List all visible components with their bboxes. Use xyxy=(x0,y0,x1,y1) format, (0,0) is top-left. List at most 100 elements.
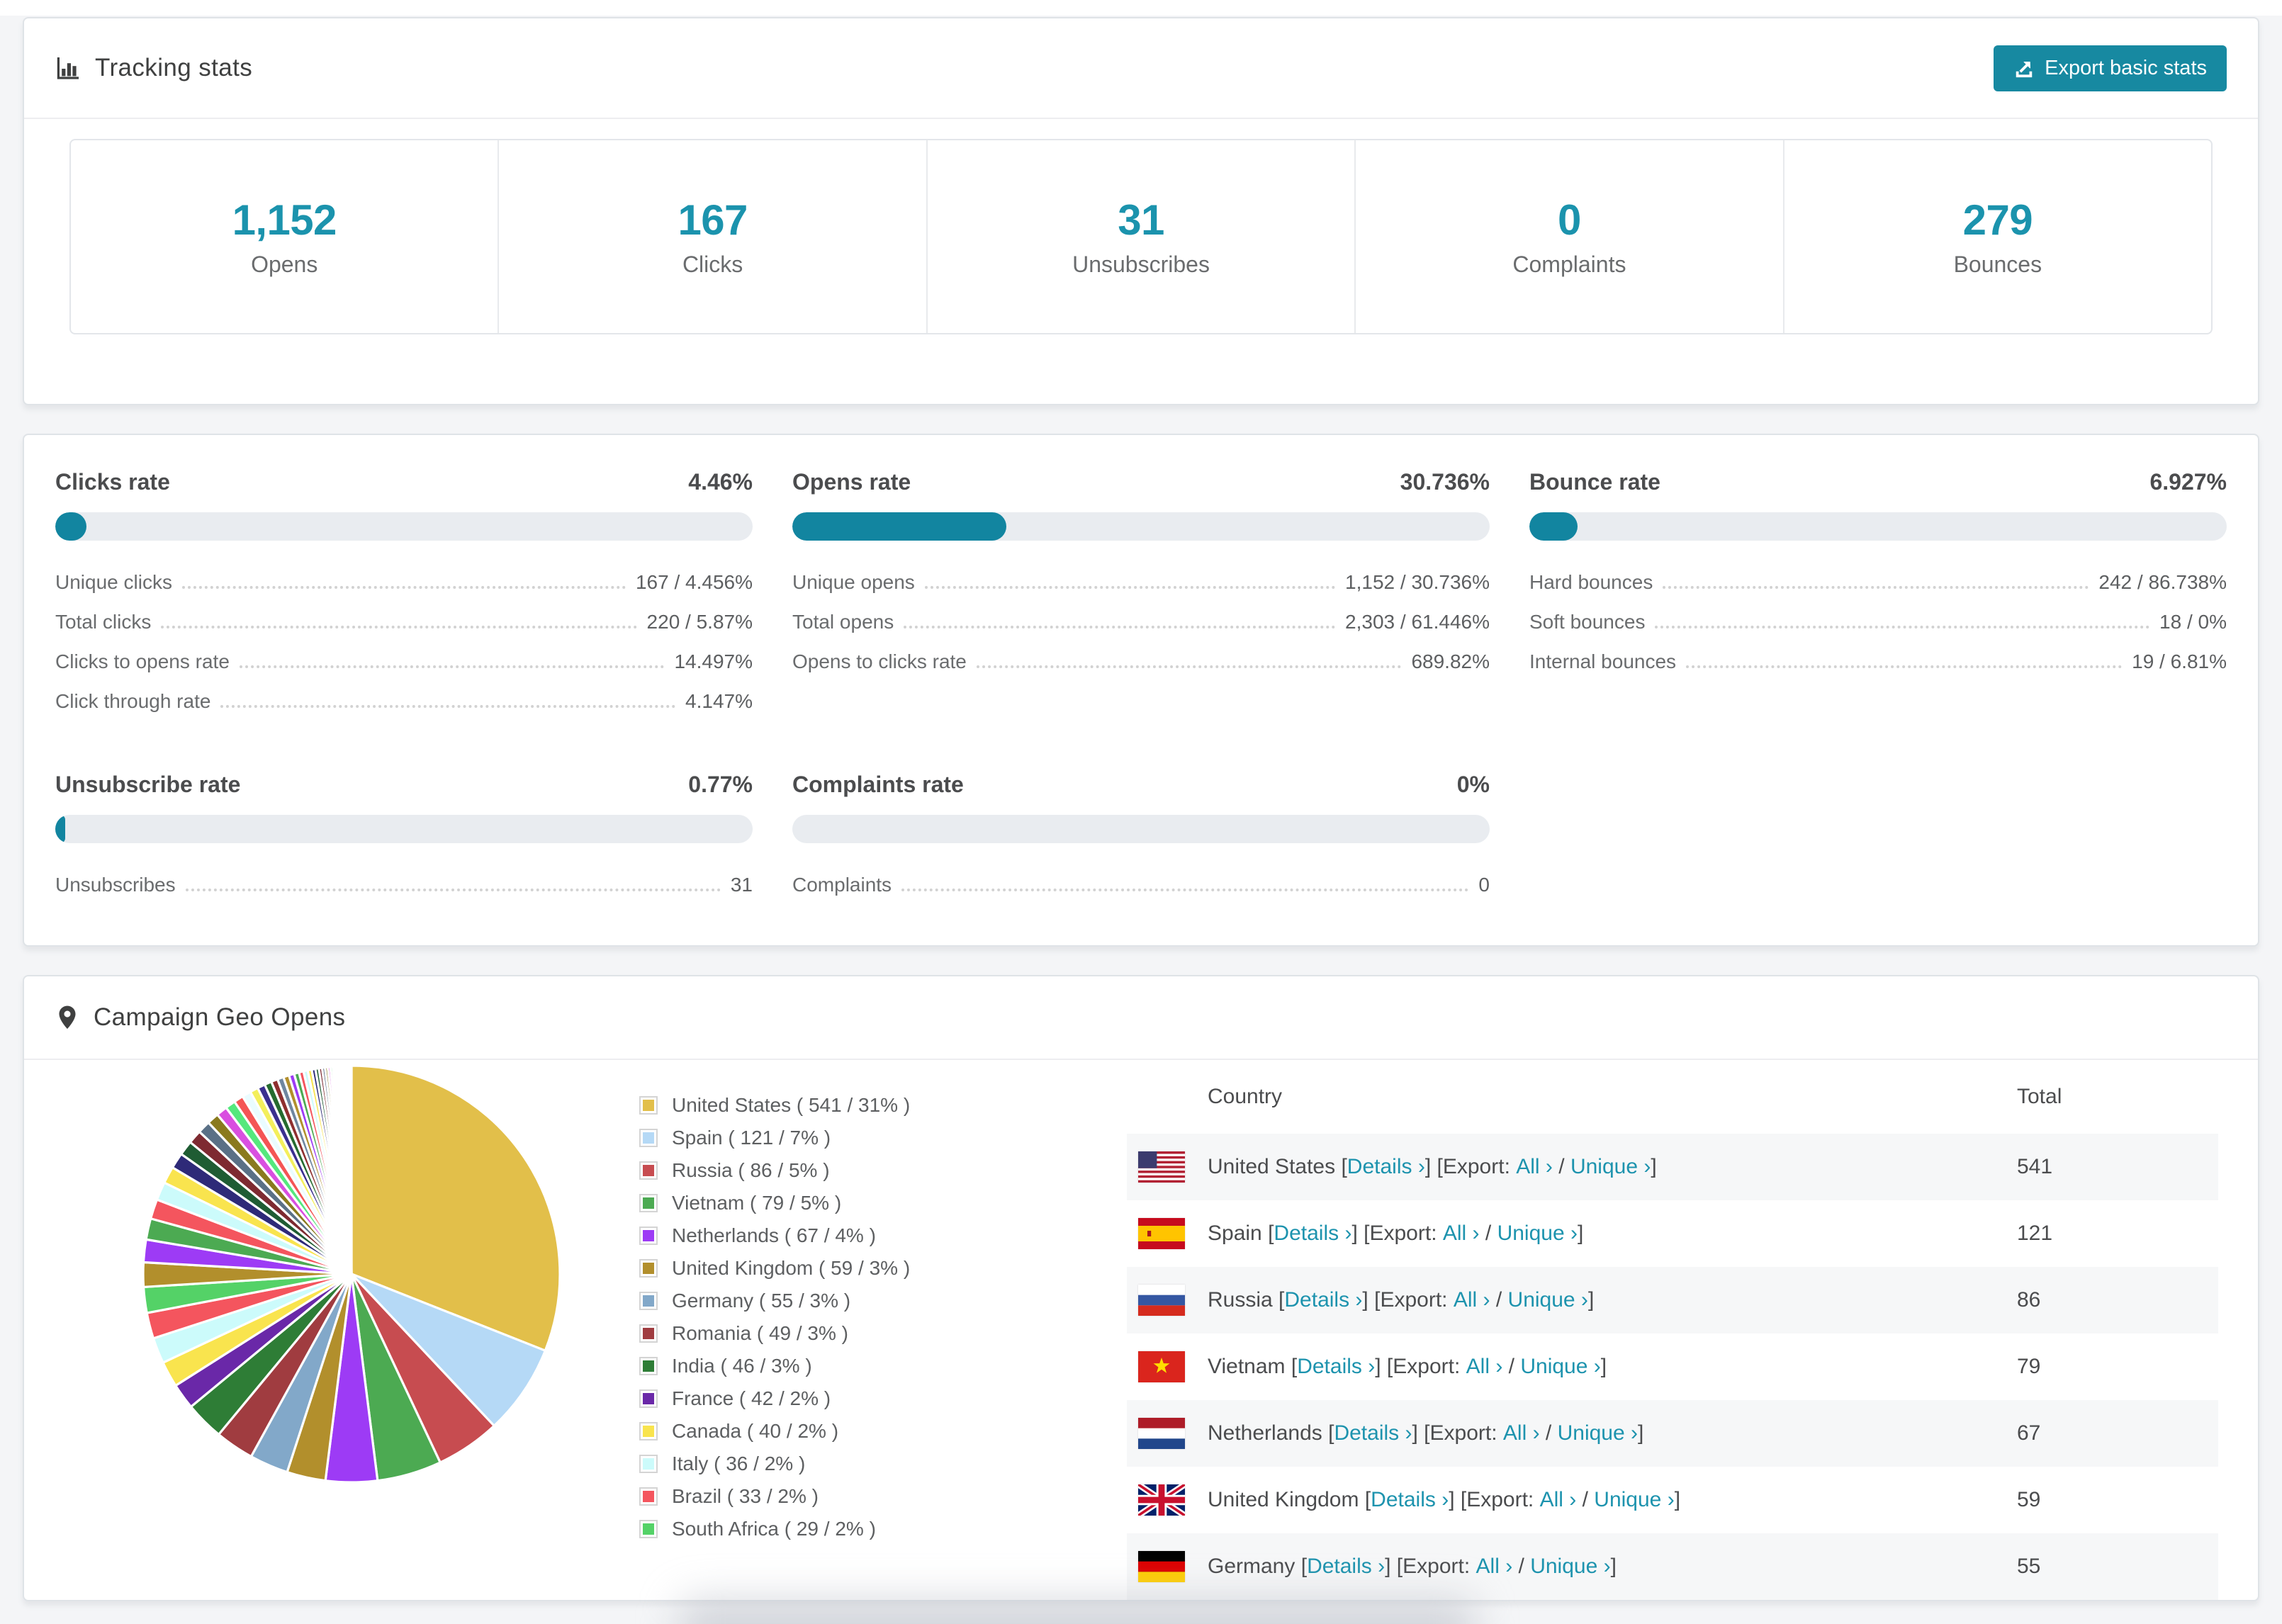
rate-row: Unique opens 1,152 / 30.736% xyxy=(792,565,1490,604)
legend-label: Spain ( 121 / 7% ) xyxy=(672,1127,831,1149)
export-unique-link[interactable]: Unique › xyxy=(1508,1288,1588,1312)
country-flag-icon xyxy=(1138,1218,1185,1249)
rate-row-label: Complaints xyxy=(792,874,892,896)
details-link[interactable]: Details › xyxy=(1297,1355,1375,1379)
legend-label: Brazil ( 33 / 2% ) xyxy=(672,1485,819,1507)
tracking-stats-card: Tracking stats Export basic stats 1,152 … xyxy=(23,17,2259,405)
geo-card-header: Campaign Geo Opens xyxy=(24,976,2258,1059)
legend-label: Vietnam ( 79 / 5% ) xyxy=(672,1192,842,1214)
details-link[interactable]: Details › xyxy=(1347,1155,1425,1179)
rate-row-value: 19 / 6.81% xyxy=(2132,650,2227,672)
legend-label: United States ( 541 / 31% ) xyxy=(672,1094,911,1116)
table-row: Germany [Details ›] [Export: All › / Uni… xyxy=(1127,1533,2218,1600)
country-name: Spain xyxy=(1208,1222,1262,1245)
legend-item: Vietnam ( 79 / 5% ) xyxy=(639,1192,1011,1214)
legend-label: Canada ( 40 / 2% ) xyxy=(672,1420,839,1442)
rate-title: Opens rate xyxy=(792,469,911,495)
export-unique-link[interactable]: Unique › xyxy=(1520,1355,1600,1379)
progress-fill xyxy=(55,815,65,843)
table-row: United States [Details ›] [Export: All ›… xyxy=(1127,1134,2218,1200)
stat-value: 1,152 xyxy=(232,196,337,244)
rate-row-leader xyxy=(1686,644,2123,668)
rate-row-value: 18 / 0% xyxy=(2159,611,2227,633)
rate-row-value: 242 / 86.738% xyxy=(2098,571,2227,593)
rate-row-label: Total opens xyxy=(792,611,894,633)
legend-swatch xyxy=(639,1194,658,1212)
details-link[interactable]: Details › xyxy=(1284,1288,1362,1312)
details-link[interactable]: Details › xyxy=(1274,1222,1351,1246)
legend-item: Netherlands ( 67 / 4% ) xyxy=(639,1224,1011,1247)
export-unique-link[interactable]: Unique › xyxy=(1558,1421,1638,1445)
export-unique-link[interactable]: Unique › xyxy=(1594,1488,1674,1512)
progress-bar xyxy=(55,512,753,541)
export-all-link[interactable]: All › xyxy=(1540,1488,1577,1512)
rate-row: Internal bounces 19 / 6.81% xyxy=(1529,644,2227,684)
details-link[interactable]: Details › xyxy=(1307,1555,1385,1579)
total-value: 79 xyxy=(2017,1355,2041,1378)
rate-row: Soft bounces 18 / 0% xyxy=(1529,604,2227,644)
column-header-total: Total xyxy=(2017,1085,2062,1108)
stat-cell: 31 Unsubscribes xyxy=(928,140,1356,333)
export-all-link[interactable]: All › xyxy=(1466,1355,1503,1379)
legend-label: India ( 46 / 3% ) xyxy=(672,1355,812,1377)
country-name: Germany xyxy=(1208,1555,1295,1578)
export-all-link[interactable]: All › xyxy=(1516,1155,1553,1179)
stat-cell: 1,152 Opens xyxy=(71,140,500,333)
rate-row-label: Opens to clicks rate xyxy=(792,650,967,672)
legend-item: Spain ( 121 / 7% ) xyxy=(639,1127,1011,1149)
stat-label: Opens xyxy=(251,252,318,277)
table-row: Vietnam [Details ›] [Export: All › / Uni… xyxy=(1127,1333,2218,1400)
rate-row-label: Clicks to opens rate xyxy=(55,650,230,672)
legend-item: United States ( 541 / 31% ) xyxy=(639,1094,1011,1117)
progress-bar xyxy=(792,512,1490,541)
rate-row-leader xyxy=(924,565,1336,589)
export-unique-link[interactable]: Unique › xyxy=(1530,1555,1610,1579)
country-name: Vietnam xyxy=(1208,1355,1286,1378)
legend-swatch xyxy=(639,1129,658,1147)
export-button-label: Export basic stats xyxy=(2045,56,2207,79)
details-link[interactable]: Details › xyxy=(1334,1421,1412,1445)
progress-bar xyxy=(55,815,753,843)
stat-cell: 279 Bounces xyxy=(1784,140,2211,333)
legend-swatch xyxy=(639,1520,658,1538)
rate-row-leader xyxy=(976,644,1402,668)
table-row: Netherlands [Details ›] [Export: All › /… xyxy=(1127,1400,2218,1467)
country-flag-icon xyxy=(1138,1351,1185,1382)
column-header-country: Country xyxy=(1208,1085,1283,1108)
stat-value: 167 xyxy=(678,196,748,244)
total-value: 59 xyxy=(2017,1488,2041,1511)
export-all-link[interactable]: All › xyxy=(1476,1555,1513,1579)
stats-summary: 1,152 Opens 167 Clicks 31 Unsubscribes 0… xyxy=(69,139,2213,334)
rate-value: 6.927% xyxy=(2149,469,2227,495)
table-header: Country Total xyxy=(1127,1060,2218,1134)
legend-label: Romania ( 49 / 3% ) xyxy=(672,1322,848,1344)
page: Tracking stats Export basic stats 1,152 … xyxy=(0,0,2282,1624)
legend-swatch xyxy=(639,1227,658,1245)
export-unique-link[interactable]: Unique › xyxy=(1570,1155,1651,1179)
total-value: 121 xyxy=(2017,1222,2053,1245)
export-all-link[interactable]: All › xyxy=(1443,1222,1480,1246)
rate-value: 0.77% xyxy=(688,772,753,797)
rate-row-leader xyxy=(181,565,626,589)
rate-row: Opens to clicks rate 689.82% xyxy=(792,644,1490,684)
rate-row: Complaints 0 xyxy=(792,867,1490,907)
country-name: Russia xyxy=(1208,1288,1273,1312)
rate-row-label: Hard bounces xyxy=(1529,571,1653,593)
export-all-link[interactable]: All › xyxy=(1454,1288,1490,1312)
legend-swatch xyxy=(639,1357,658,1375)
export-all-link[interactable]: All › xyxy=(1503,1421,1540,1445)
export-unique-link[interactable]: Unique › xyxy=(1497,1222,1578,1246)
geo-title: Campaign Geo Opens xyxy=(94,1003,346,1031)
details-link[interactable]: Details › xyxy=(1371,1488,1449,1512)
table-row: United Kingdom [Details ›] [Export: All … xyxy=(1127,1467,2218,1533)
stat-cell: 0 Complaints xyxy=(1356,140,1784,333)
stat-label: Bounces xyxy=(1953,252,2042,277)
legend-label: Italy ( 36 / 2% ) xyxy=(672,1453,806,1474)
rate-row-label: Unique clicks xyxy=(55,571,172,593)
total-value: 86 xyxy=(2017,1288,2041,1312)
export-basic-stats-button[interactable]: Export basic stats xyxy=(1994,45,2227,91)
legend-swatch xyxy=(639,1422,658,1440)
rates-card: Clicks rate 4.46% Unique clicks 167 / 4.… xyxy=(23,434,2259,947)
legend-label: United Kingdom ( 59 / 3% ) xyxy=(672,1257,911,1279)
geo-legend: United States ( 541 / 31% ) Spain ( 121 … xyxy=(639,1060,1011,1600)
